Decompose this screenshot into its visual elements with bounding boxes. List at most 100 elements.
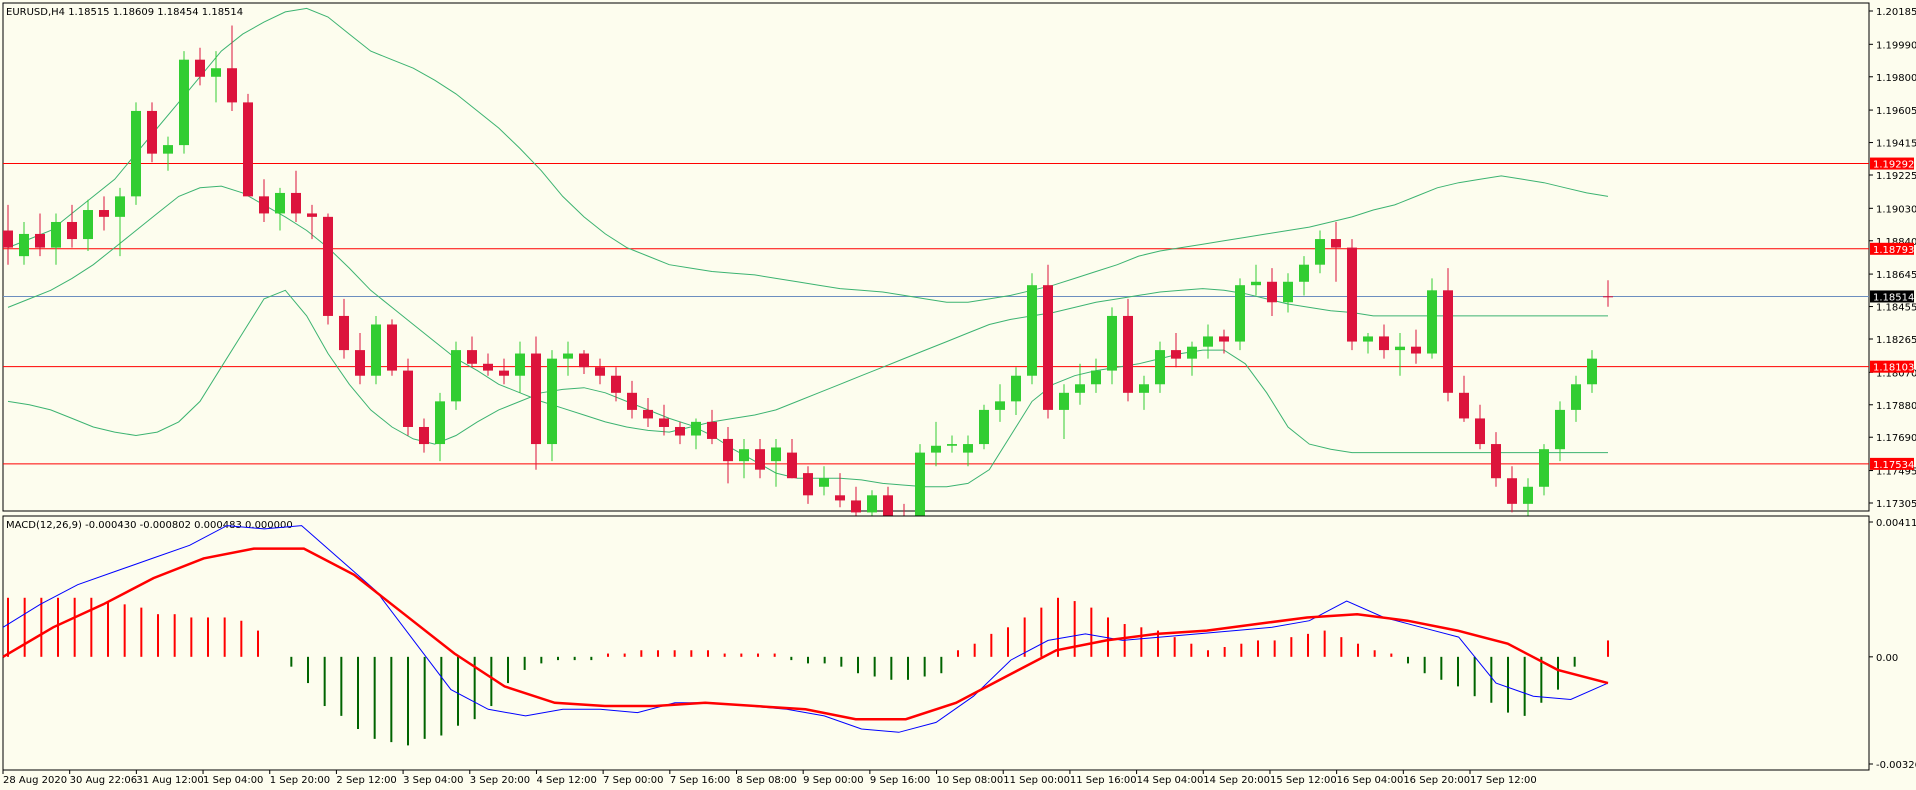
bull-candle [1363,336,1373,342]
time-axis: 28 Aug 2020 30 Aug 22:06 31 Aug 12:00 1 Sep… [2,770,1537,786]
bull-candle [1571,384,1581,410]
bear-candle [1123,315,1133,393]
time-tick-label: 3 Sep 04:00 [403,775,463,786]
bull-candle [83,210,93,240]
price-tick-label: 1.19030 [1876,204,1916,215]
bull-candle [947,444,957,446]
level-tag-label: 1.19292 [1873,160,1914,171]
bear-candle [755,449,765,470]
price-tick-label: 1.20185 [1876,7,1916,18]
price-tick-label: 1.18265 [1876,335,1916,346]
bull-candle [563,353,573,359]
bear-candle [643,409,653,419]
bear-candle [1267,281,1277,303]
main-panel: EURUSD,H4 1.18515 1.18609 1.18454 1.1851… [2,2,1916,535]
time-tick-label: 16 Sep 04:00 [1337,775,1404,786]
bull-candle [275,192,285,214]
level-tag-label: 1.18793 [1873,245,1914,256]
bear-candle [1603,296,1613,298]
bull-candle [547,358,557,445]
bear-candle [707,421,717,439]
price-axis: 1.20185 1.19990 1.19800 1.19605 1.19415 1.192… [1869,7,1916,510]
bear-candle [851,500,861,513]
bear-candle [1347,247,1357,342]
bear-candle [675,426,685,436]
bull-candle [1299,264,1309,282]
bull-candle [1187,346,1197,359]
bull-candle [1395,346,1405,351]
bear-candle [723,438,733,462]
price-tick-label: 1.18645 [1876,270,1916,281]
bull-candle [1203,336,1213,347]
price-tick-label: 1.18455 [1876,303,1916,314]
bull-candle [1155,350,1165,385]
time-tick-label: 4 Sep 12:00 [536,775,596,786]
bear-candle [67,221,77,240]
time-tick-label: 9 Sep 00:00 [803,775,863,786]
bull-candle [435,401,445,445]
bear-candle [1219,336,1229,342]
bear-candle [291,192,301,214]
time-tick-label: 7 Sep 16:00 [670,775,730,786]
bull-candle [1587,358,1597,385]
bear-candle [1331,239,1341,248]
bear-candle [323,216,333,316]
bull-candle [739,449,749,462]
bull-candle [1283,281,1293,303]
bear-candle [627,392,637,410]
time-tick-label: 10 Sep 08:00 [937,775,1004,786]
price-tick-label: 1.17690 [1876,433,1916,444]
price-tick-label: 1.19800 [1876,73,1916,84]
bull-candle [1539,449,1549,487]
bear-candle [35,233,45,248]
bear-candle [3,230,13,248]
bear-candle [883,495,893,518]
level-tag-label: 1.18514 [1873,292,1914,303]
bear-candle [499,370,509,376]
bear-candle [99,210,109,217]
time-tick-label: 7 Sep 00:00 [603,775,663,786]
bear-candle [339,315,349,351]
bull-candle [771,447,781,462]
time-tick-label: 14 Sep 20:00 [1203,775,1270,786]
bear-candle [1507,478,1517,504]
time-tick-label: 30 Aug 22:06 [70,775,137,786]
bear-candle [147,110,157,154]
bear-candle [227,68,237,103]
time-tick-label: 11 Sep 00:00 [1003,775,1070,786]
bear-candle [259,196,269,214]
time-tick-label: 1 Sep 20:00 [270,775,330,786]
time-tick-label: 9 Sep 16:00 [870,775,930,786]
bull-candle [1139,384,1149,393]
bull-candle [51,221,61,248]
bear-candle [195,59,205,77]
macd-axis: 0.00411 0.00 -0.003267 [1869,518,1916,771]
price-tick-label: 1.19990 [1876,40,1916,51]
bull-candle [1251,281,1261,286]
time-tick-label: 1 Sep 04:00 [203,775,263,786]
bull-candle [131,110,141,197]
time-tick-label: 2 Sep 12:00 [336,775,396,786]
bull-candle [1315,239,1325,265]
bull-candle [211,68,221,77]
price-tick-label: 1.17305 [1876,499,1916,510]
bull-candle [1027,285,1037,376]
bull-candle [1059,392,1069,410]
bull-candle [19,233,29,257]
macd-plot-area [2,515,1870,771]
price-tick-label: 1.19225 [1876,171,1916,182]
macd-panel: MACD(12,26,9) -0.000430 -0.000802 0.0004… [2,515,1916,771]
bear-candle [787,452,797,479]
bull-candle [867,495,877,513]
bear-candle [467,350,477,364]
bull-candle [1011,375,1021,402]
price-tick-label: 1.19415 [1876,139,1916,150]
bear-candle [803,473,813,496]
bear-candle [307,213,317,217]
bear-candle [1475,418,1485,445]
bear-candle [1411,346,1421,354]
bull-candle [931,445,941,453]
bull-candle [371,324,381,376]
bear-candle [387,324,397,371]
bull-candle [1427,290,1437,354]
